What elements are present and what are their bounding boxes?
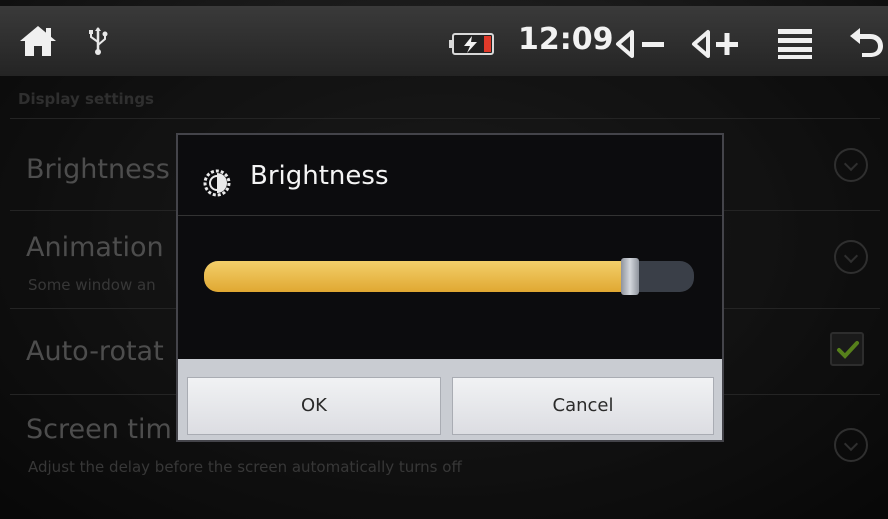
status-bar: 12:09: [0, 6, 888, 76]
device-screen: 12:09 Display settings Brightness Animat…: [0, 0, 888, 519]
ok-button[interactable]: OK: [187, 377, 441, 435]
usb-icon: [89, 27, 108, 55]
volume-up-icon[interactable]: [690, 26, 746, 60]
dialog-title: Brightness: [250, 161, 389, 191]
volume-down-icon[interactable]: [614, 28, 670, 60]
brightness-icon: [203, 169, 231, 197]
cancel-button[interactable]: Cancel: [452, 377, 714, 435]
slider-fill: [204, 261, 631, 292]
clock: 12:09: [518, 22, 614, 57]
home-icon[interactable]: [18, 24, 58, 58]
brightness-dialog: Brightness OK Cancel: [176, 133, 724, 442]
back-icon[interactable]: [846, 24, 886, 60]
battery-charging-icon: [449, 33, 494, 55]
brightness-slider[interactable]: [204, 258, 694, 295]
dialog-button-bar: OK Cancel: [178, 359, 722, 440]
slider-thumb[interactable]: [621, 258, 640, 295]
dialog-title-bar: Brightness: [178, 135, 722, 216]
menu-icon[interactable]: [776, 26, 816, 60]
